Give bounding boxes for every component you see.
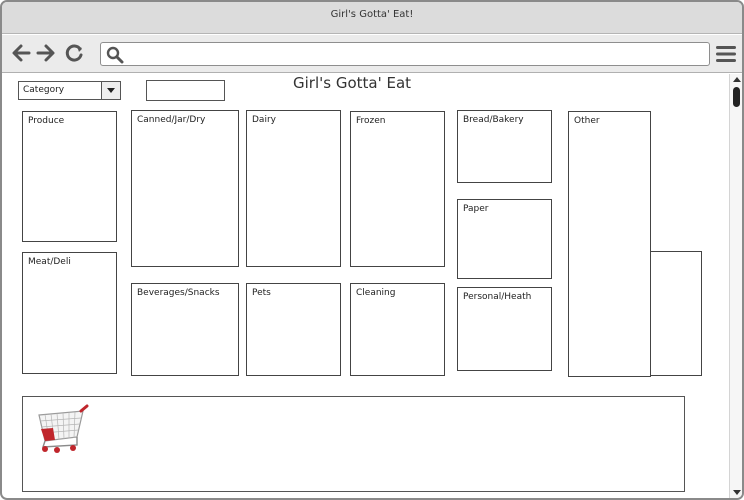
bin-label: Paper [463, 204, 489, 214]
bin-pets[interactable]: Pets [246, 283, 341, 376]
bin-label: Beverages/Snacks [137, 288, 220, 298]
page-title: Girl's Gotta' Eat [292, 74, 412, 92]
url-bar[interactable] [100, 42, 710, 66]
scroll-down-icon[interactable] [733, 490, 741, 495]
bin-meat[interactable]: Meat/Deli [22, 252, 117, 374]
bin-label: Other [574, 116, 600, 126]
url-input[interactable] [127, 45, 697, 63]
scroll-up-icon[interactable] [733, 77, 741, 82]
arrow-left-icon[interactable] [10, 43, 32, 63]
browser-window: Girl's Gotta' Eat! Category Girl's Gotta… [0, 0, 744, 500]
scroll-thumb[interactable] [733, 87, 740, 107]
bin-label: Cleaning [356, 288, 396, 298]
bin-bread[interactable]: Bread/Bakery [457, 110, 552, 183]
browser-toolbar [2, 35, 742, 73]
bin-dairy[interactable]: Dairy [246, 110, 341, 267]
title-bar: Girl's Gotta' Eat! [2, 2, 742, 34]
bin-beverages[interactable]: Beverages/Snacks [131, 283, 239, 376]
bin-label: Frozen [356, 116, 386, 126]
bin-label: Dairy [252, 115, 276, 125]
shopping-cart-icon [33, 403, 91, 455]
bin-label: Bread/Bakery [463, 115, 524, 125]
window-title: Girl's Gotta' Eat! [330, 9, 414, 20]
chevron-down-icon[interactable] [101, 82, 120, 99]
arrow-right-icon[interactable] [35, 43, 57, 63]
category-dropdown-value: Category [23, 85, 65, 95]
category-dropdown[interactable]: Category [18, 81, 121, 100]
bin-label: Pets [252, 288, 271, 298]
bin-other-extension [650, 251, 702, 376]
bin-paper[interactable]: Paper [457, 199, 552, 279]
bin-label: Produce [28, 116, 65, 126]
vertical-scrollbar[interactable] [729, 74, 742, 498]
bin-frozen[interactable]: Frozen [350, 111, 445, 267]
bin-cleaning[interactable]: Cleaning [350, 283, 445, 376]
bin-canned[interactable]: Canned/Jar/Dry [131, 110, 239, 267]
bin-label: Personal/Heath [463, 292, 532, 302]
bin-personal[interactable]: Personal/Heath [457, 287, 552, 371]
bin-label: Meat/Deli [28, 257, 71, 267]
bin-label: Canned/Jar/Dry [137, 115, 206, 125]
reload-icon[interactable] [64, 43, 86, 63]
search-icon [106, 46, 124, 64]
bin-other[interactable]: Other [568, 111, 651, 377]
item-input[interactable] [146, 80, 225, 101]
bin-produce[interactable]: Produce [22, 111, 117, 242]
page-content: Category Girl's Gotta' Eat Produce Canne… [2, 74, 728, 498]
cart-panel[interactable] [22, 396, 685, 492]
hamburger-menu-icon[interactable] [715, 45, 737, 63]
